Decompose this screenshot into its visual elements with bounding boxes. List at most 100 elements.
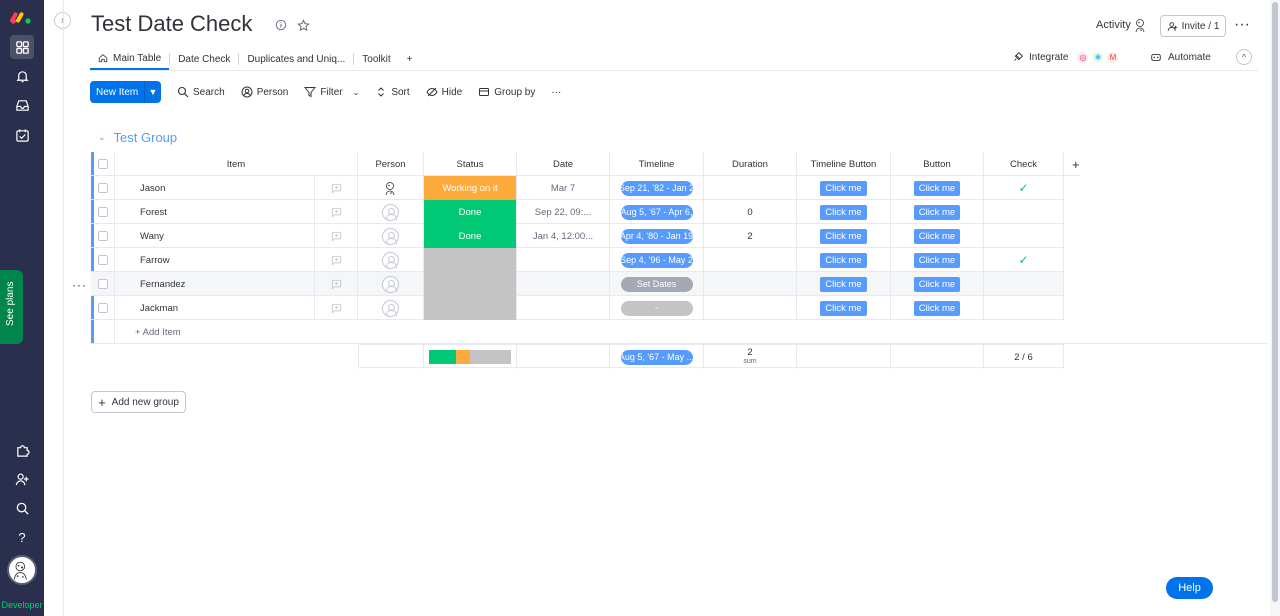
row-select-cell[interactable] bbox=[91, 296, 115, 320]
timeline-cell[interactable]: Aug 5, '67 - Apr 6, bbox=[610, 200, 704, 224]
summary-timeline-cell[interactable]: Aug 5, '67 - May ... bbox=[610, 345, 704, 369]
click-me-button[interactable]: Click me bbox=[913, 300, 961, 316]
column-header[interactable]: Check bbox=[984, 152, 1064, 176]
row-select-cell[interactable] bbox=[91, 176, 115, 200]
check-cell[interactable] bbox=[984, 200, 1064, 224]
notifications-bell-icon[interactable] bbox=[10, 64, 34, 88]
status-cell[interactable]: Done bbox=[424, 200, 517, 224]
person-cell[interactable] bbox=[358, 272, 424, 296]
invite-members-icon[interactable] bbox=[10, 467, 34, 491]
item-name-cell[interactable]: Farrow bbox=[115, 248, 358, 272]
row-select-cell[interactable] bbox=[91, 200, 115, 224]
inbox-icon[interactable] bbox=[10, 93, 34, 117]
status-cell[interactable]: Working on it bbox=[424, 176, 517, 200]
timeline-pill[interactable]: Aug 5, '67 - Apr 6, bbox=[620, 204, 693, 220]
workspace-grid-icon[interactable] bbox=[10, 35, 34, 59]
select-all-cell[interactable] bbox=[91, 152, 115, 176]
person-cell[interactable] bbox=[358, 176, 424, 200]
item-name[interactable]: Jason bbox=[140, 183, 165, 194]
chevron-down-icon[interactable]: ▼ bbox=[145, 87, 161, 97]
status-cell[interactable]: Done bbox=[424, 224, 517, 248]
timeline-pill[interactable]: Set Dates bbox=[620, 276, 693, 292]
add-update-icon[interactable] bbox=[314, 224, 357, 248]
row-checkbox[interactable] bbox=[97, 303, 108, 313]
info-icon[interactable] bbox=[274, 18, 288, 32]
item-name[interactable]: Fernandez bbox=[140, 279, 185, 290]
person-filter-button[interactable]: Person bbox=[241, 86, 288, 98]
check-cell[interactable]: ✓ bbox=[984, 176, 1064, 200]
timeline-cell[interactable]: Sep 4, '96 - May 2 bbox=[610, 248, 704, 272]
row-actions-menu-icon[interactable]: ··· bbox=[72, 278, 87, 292]
person-cell[interactable] bbox=[358, 224, 424, 248]
item-name-cell[interactable]: Jason bbox=[115, 176, 358, 200]
status-distribution-bar[interactable] bbox=[429, 350, 511, 364]
add-update-icon[interactable] bbox=[314, 200, 357, 224]
row-select-cell[interactable] bbox=[91, 224, 115, 248]
click-me-button[interactable]: Click me bbox=[913, 252, 961, 268]
tab-toolkit[interactable]: Toolkit bbox=[354, 48, 398, 70]
check-cell[interactable] bbox=[984, 224, 1064, 248]
integrate-button[interactable]: Integrate ◎ ✱ M bbox=[1012, 51, 1119, 63]
board-more-menu-icon[interactable]: ··· bbox=[1234, 16, 1250, 34]
group-title[interactable]: Test Group bbox=[114, 130, 178, 145]
add-update-icon[interactable] bbox=[314, 296, 357, 320]
click-me-button[interactable]: Click me bbox=[913, 204, 961, 220]
duration-cell[interactable] bbox=[704, 272, 797, 296]
board-title[interactable]: Test Date Check bbox=[91, 11, 252, 37]
column-header[interactable]: Timeline bbox=[610, 152, 704, 176]
item-name[interactable]: Wany bbox=[140, 231, 164, 242]
item-name-cell[interactable]: Forest bbox=[115, 200, 358, 224]
click-me-button[interactable]: Click me bbox=[820, 252, 867, 268]
summary-status-cell[interactable] bbox=[424, 345, 517, 369]
apps-puzzle-icon[interactable] bbox=[10, 438, 34, 462]
column-header[interactable]: Person bbox=[358, 152, 424, 176]
add-update-icon[interactable] bbox=[314, 176, 357, 200]
user-avatar[interactable] bbox=[7, 555, 37, 585]
person-cell[interactable] bbox=[358, 296, 424, 320]
add-update-icon[interactable] bbox=[314, 248, 357, 272]
check-cell[interactable]: ✓ bbox=[984, 248, 1064, 272]
duration-cell[interactable]: 2 bbox=[704, 224, 797, 248]
timeline-pill[interactable]: Sep 4, '96 - May 2 bbox=[620, 252, 693, 268]
duration-cell[interactable] bbox=[704, 296, 797, 320]
click-me-button[interactable]: Click me bbox=[913, 180, 961, 196]
duration-cell[interactable] bbox=[704, 176, 797, 200]
column-header[interactable]: Duration bbox=[704, 152, 797, 176]
timeline-pill[interactable]: Apr 4, '80 - Jan 19 bbox=[620, 228, 693, 244]
date-cell[interactable] bbox=[517, 296, 610, 320]
duration-cell[interactable]: 0 bbox=[704, 200, 797, 224]
add-item-cell[interactable]: + Add Item bbox=[115, 320, 1267, 344]
status-cell[interactable] bbox=[424, 296, 517, 320]
click-me-button[interactable]: Click me bbox=[820, 228, 867, 244]
status-cell[interactable] bbox=[424, 248, 517, 272]
item-name[interactable]: Farrow bbox=[140, 255, 170, 266]
select-all-checkbox[interactable] bbox=[97, 159, 108, 169]
favorite-star-icon[interactable] bbox=[296, 18, 310, 32]
date-cell[interactable]: Sep 22, 09:... bbox=[517, 200, 610, 224]
person-cell[interactable] bbox=[358, 200, 424, 224]
row-select-cell[interactable] bbox=[91, 272, 115, 296]
filter-button[interactable]: Filter ⌄ bbox=[304, 86, 359, 98]
status-cell[interactable] bbox=[424, 272, 517, 296]
person-cell[interactable] bbox=[358, 248, 424, 272]
timeline-cell[interactable]: - bbox=[610, 296, 704, 320]
column-header[interactable]: Item bbox=[115, 152, 358, 176]
my-work-calendar-icon[interactable] bbox=[10, 123, 34, 147]
new-item-button[interactable]: New Item ▼ bbox=[90, 81, 161, 103]
add-view-button[interactable]: + bbox=[399, 48, 421, 70]
column-header[interactable]: Button bbox=[891, 152, 984, 176]
row-checkbox[interactable] bbox=[97, 231, 108, 241]
row-checkbox[interactable] bbox=[97, 207, 108, 217]
click-me-button[interactable]: Click me bbox=[820, 300, 867, 316]
help-question-icon[interactable]: ? bbox=[10, 525, 34, 549]
hide-button[interactable]: Hide bbox=[426, 86, 462, 98]
click-me-button[interactable]: Click me bbox=[820, 180, 867, 196]
click-me-button[interactable]: Click me bbox=[820, 204, 867, 220]
vertical-scrollbar[interactable] bbox=[1270, 0, 1280, 616]
column-header[interactable]: Status bbox=[424, 152, 517, 176]
activity-button[interactable]: Activity bbox=[1096, 19, 1131, 31]
help-button[interactable]: Help bbox=[1166, 577, 1213, 599]
date-cell[interactable] bbox=[517, 272, 610, 296]
see-plans-button[interactable]: See plans bbox=[0, 270, 23, 344]
add-new-group-button[interactable]: + Add new group bbox=[91, 391, 186, 413]
